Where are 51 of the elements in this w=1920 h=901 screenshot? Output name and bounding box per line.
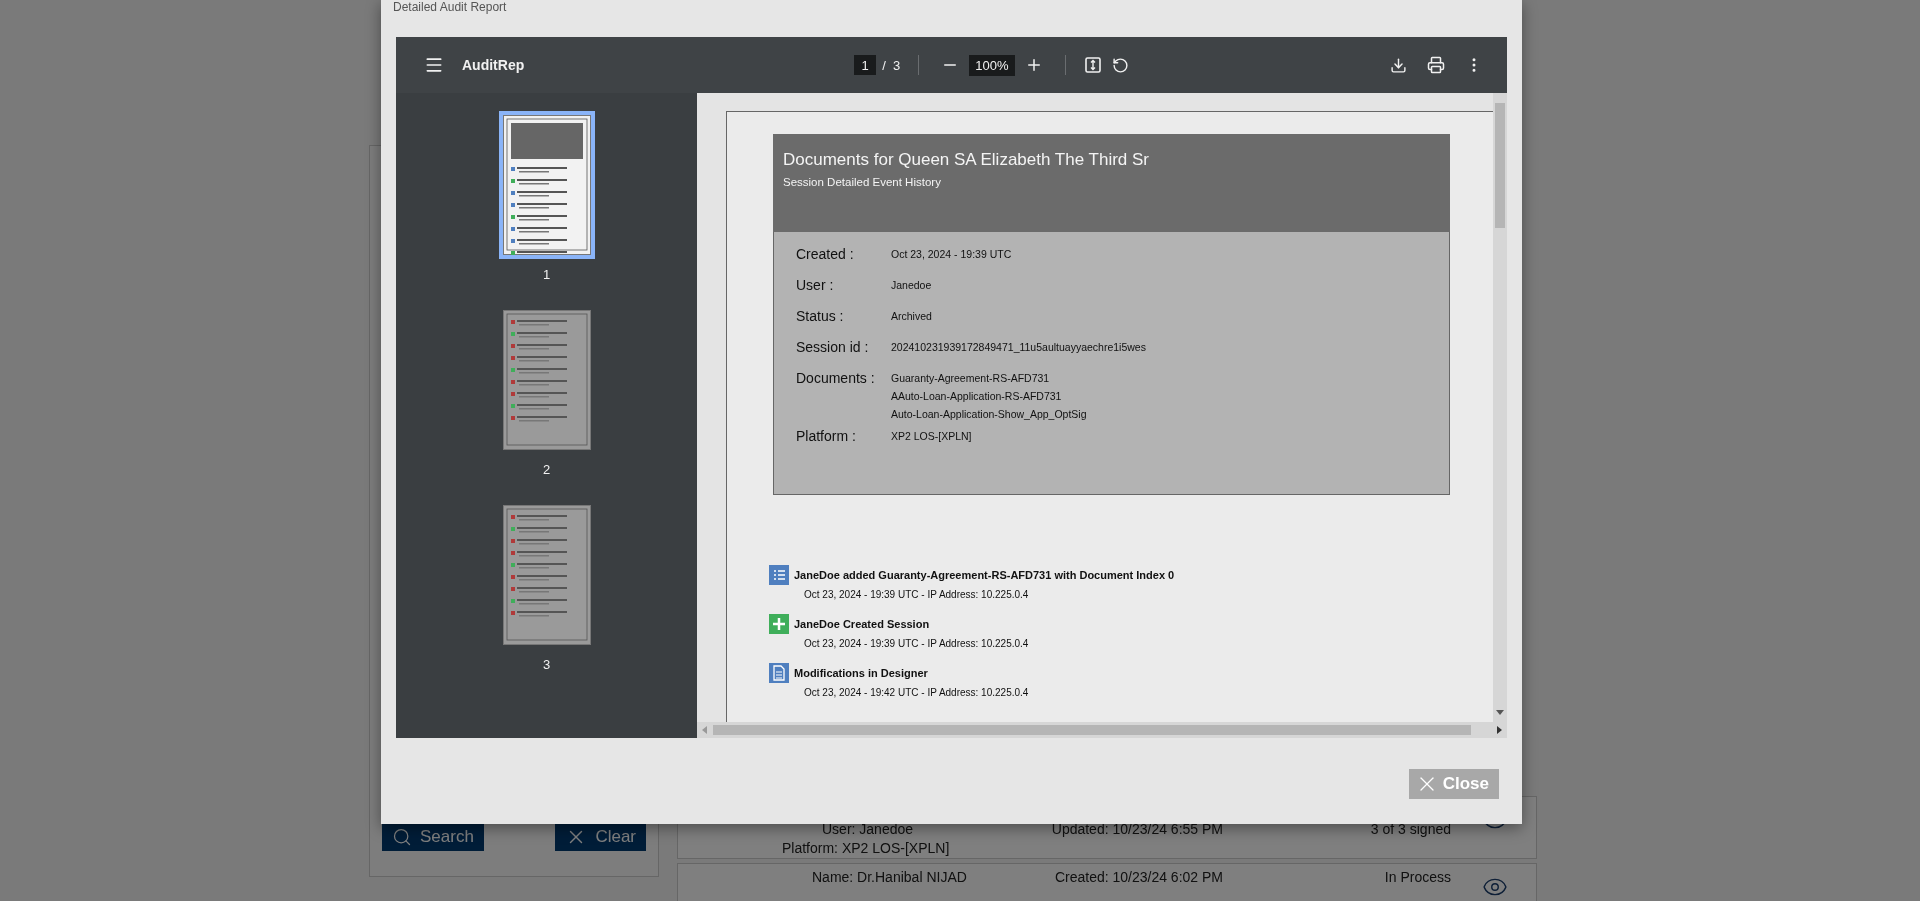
plus-icon (769, 614, 789, 634)
report-heading: Documents for Queen SA Elizabeth The Third Sr (783, 150, 1150, 170)
scroll-right-icon[interactable] (1497, 726, 1503, 734)
thumbnail-number: 3 (542, 657, 551, 672)
detail-value: Auto-Loan-Application-Show_App_OptSig (891, 408, 1087, 420)
signed-count: 3 of 3 signed (1370, 820, 1451, 839)
event-detail: Oct 23, 2024 - 19:39 UTC - IP Address: 10.225.0.4 (803, 589, 1030, 600)
detail-value: AAuto-Loan-Application-RS-AFD731 (891, 390, 1062, 402)
created-time: Created: 10/23/24 6:02 PM (1054, 868, 1223, 887)
horizontal-scrollbar[interactable] (697, 722, 1507, 738)
document-icon (769, 663, 789, 683)
search-icon (392, 826, 412, 847)
session-row[interactable]: Name: Dr.Hanibal NIJAD Created: 10/23/24 6:02 PM In Process (677, 863, 1537, 901)
fit-page-icon[interactable] (1083, 56, 1102, 74)
page-count: / 3 (882, 57, 901, 73)
detail-value: Janedoe (891, 279, 932, 291)
detail-label: Session id : (796, 338, 869, 357)
detail-value: Oct 23, 2024 - 19:39 UTC (891, 248, 1012, 260)
vertical-scrollbar[interactable] (1493, 93, 1507, 722)
scrollbar-thumb[interactable] (713, 725, 1471, 735)
detail-label: Status : (796, 307, 844, 326)
detail-value: Guaranty-Agreement-RS-AFD731 (891, 372, 1050, 384)
detail-label: Documents : (796, 369, 875, 388)
event-detail: Oct 23, 2024 - 19:42 UTC - IP Address: 10.225.0.4 (803, 687, 1029, 698)
zoom-level[interactable]: 100% (969, 54, 1015, 76)
page-number-field[interactable]: 1 (854, 55, 877, 75)
report-subheading: Session Detailed Event History (783, 176, 942, 188)
session-name: Name: Dr.Hanibal NIJAD (812, 868, 967, 887)
event-title: Modifications in Designer (794, 667, 929, 679)
session-user: User: Janedoe (822, 820, 914, 839)
detail-value: Archived (891, 310, 932, 322)
event-title: JaneDoe added Guaranty-Agreement-RS-AFD731 with Document Index 0 (794, 569, 1175, 581)
detail-label: Created : (796, 245, 854, 264)
search-button[interactable]: Search (382, 822, 484, 851)
dialog-title: Detailed Audit Report (393, 0, 507, 14)
updated-time: Updated: 10/23/24 6:55 PM (1051, 820, 1223, 839)
document-title: AuditRep (462, 57, 525, 73)
thumbnail-number: 2 (542, 462, 551, 477)
scroll-down-icon[interactable] (1496, 710, 1504, 716)
session-status: In Process (1384, 868, 1451, 887)
detail-label: User : (796, 276, 834, 295)
scrollbar-thumb[interactable] (1495, 103, 1505, 228)
clear-button[interactable]: Clear (555, 822, 646, 851)
session-platform: Platform: XP2 LOS-[XPLN] (782, 839, 950, 858)
event-title: JaneDoe Created Session (794, 618, 931, 630)
detail-value: 202410231939172849471_11u5aultuayyaechre1i5wes (891, 341, 1146, 353)
detail-label: Platform : (796, 427, 856, 446)
thumbnail-number: 1 (542, 267, 551, 282)
event-detail: Oct 23, 2024 - 19:39 UTC - IP Address: 10.225.0.4 (803, 638, 1029, 649)
list-icon (769, 565, 789, 585)
detail-value: XP2 LOS-[XPLN] (891, 430, 972, 442)
